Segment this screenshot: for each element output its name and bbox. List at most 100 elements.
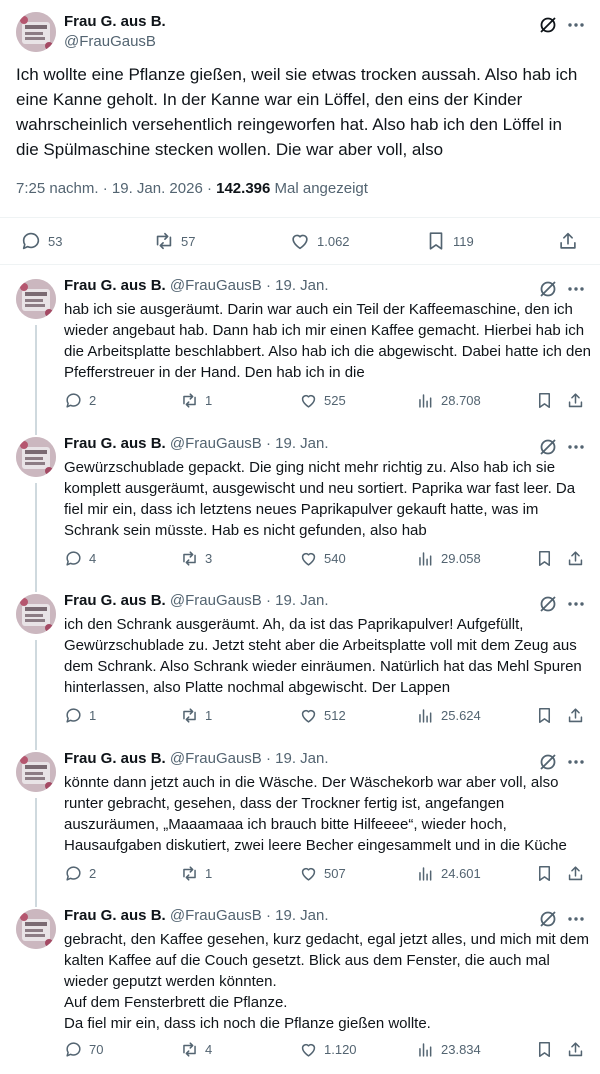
grok-icon[interactable] bbox=[536, 435, 560, 459]
avatar[interactable] bbox=[16, 909, 56, 949]
repost-button[interactable]: 1 bbox=[180, 391, 212, 410]
reply-button[interactable]: 1 bbox=[64, 706, 96, 725]
views-button[interactable]: 25.624 bbox=[416, 706, 481, 725]
reply-text: gebracht, den Kaffee gesehen, kurz gedac… bbox=[64, 931, 590, 1032]
reply-text: hab ich sie ausgeräumt. Darin war auch e… bbox=[64, 301, 592, 381]
grok-icon[interactable] bbox=[536, 277, 560, 301]
reply-count: 53 bbox=[48, 233, 63, 249]
share-button[interactable] bbox=[566, 1040, 585, 1059]
reply-button[interactable]: 2 bbox=[64, 864, 96, 883]
repost-button[interactable]: 1 bbox=[180, 706, 212, 725]
reply-tweet[interactable]: Frau G. aus B. @FrauGausB · 19. Jan. geb… bbox=[0, 895, 600, 1074]
reply-icon bbox=[66, 551, 81, 566]
heart-icon bbox=[301, 709, 316, 723]
reply-tweet[interactable]: Frau G. aus B. @FrauGausB · 19. Jan. ich… bbox=[0, 580, 600, 750]
grok-icon[interactable] bbox=[536, 592, 560, 616]
author-meta[interactable]: @FrauGausB · 19. Jan. bbox=[170, 277, 329, 294]
share-button[interactable] bbox=[566, 391, 585, 410]
like-button[interactable]: 540 bbox=[299, 549, 346, 568]
heart-icon bbox=[301, 394, 316, 408]
bookmark-button[interactable] bbox=[535, 706, 554, 725]
grok-icon[interactable] bbox=[536, 907, 560, 931]
analytics-icon bbox=[419, 1043, 432, 1057]
reply-count: 2 bbox=[89, 866, 97, 881]
like-button[interactable]: 507 bbox=[299, 864, 346, 883]
views-button[interactable]: 24.601 bbox=[416, 864, 481, 883]
repost-button[interactable]: 3 bbox=[180, 549, 212, 568]
bookmark-button[interactable] bbox=[535, 864, 554, 883]
more-options-icon[interactable] bbox=[564, 277, 588, 301]
repost-button[interactable]: 4 bbox=[180, 1040, 212, 1059]
more-options-icon[interactable] bbox=[564, 907, 588, 931]
more-options-icon[interactable] bbox=[564, 750, 588, 774]
grok-icon[interactable] bbox=[536, 750, 560, 774]
repost-button[interactable]: 1 bbox=[180, 864, 212, 883]
reply-count: 4 bbox=[89, 551, 97, 566]
bookmark-button[interactable] bbox=[535, 1040, 554, 1059]
author-meta[interactable]: @FrauGausB · 19. Jan. bbox=[170, 750, 329, 767]
analytics-icon bbox=[419, 867, 432, 881]
avatar-image bbox=[16, 752, 56, 792]
view-count: 142.396 bbox=[216, 180, 271, 197]
avatar[interactable] bbox=[16, 594, 56, 634]
tweet-timestamp[interactable]: 7:25 nachm. · 19. Jan. 2026 · bbox=[16, 180, 216, 197]
bookmark-button[interactable]: 119 bbox=[425, 230, 474, 252]
share-button[interactable] bbox=[566, 864, 585, 883]
like-button[interactable]: 1.120 bbox=[299, 1040, 357, 1059]
author-name[interactable]: Frau G. aus B. bbox=[64, 592, 166, 609]
like-button[interactable]: 525 bbox=[299, 391, 346, 410]
avatar[interactable] bbox=[16, 279, 56, 319]
avatar[interactable] bbox=[16, 437, 56, 477]
repost-icon bbox=[183, 1042, 196, 1057]
repost-count: 3 bbox=[205, 551, 213, 566]
like-button[interactable]: 1.062 bbox=[289, 230, 350, 252]
more-options-icon[interactable] bbox=[564, 435, 588, 459]
author-name[interactable]: Frau G. aus B. bbox=[64, 435, 166, 452]
more-options-icon[interactable] bbox=[564, 13, 588, 37]
bookmark-button[interactable] bbox=[535, 391, 554, 410]
analytics-icon bbox=[419, 394, 432, 408]
reply-text: Gewürzschublade gepackt. Die ging nicht … bbox=[64, 459, 576, 539]
share-button[interactable] bbox=[557, 230, 579, 252]
views-button[interactable]: 29.058 bbox=[416, 549, 481, 568]
reply-count: 2 bbox=[89, 393, 97, 408]
reply-tweet[interactable]: Frau G. aus B. @FrauGausB · 19. Jan. Gew… bbox=[0, 423, 600, 592]
grok-icon[interactable] bbox=[536, 13, 560, 37]
author-name[interactable]: Frau G. aus B. bbox=[64, 750, 166, 767]
author-name[interactable]: Frau G. aus B. bbox=[64, 12, 166, 32]
heart-icon bbox=[301, 552, 316, 566]
reply-tweet[interactable]: Frau G. aus B. @FrauGausB · 19. Jan. kön… bbox=[0, 738, 600, 907]
author-meta[interactable]: @FrauGausB · 19. Jan. bbox=[170, 592, 329, 609]
like-count: 1.062 bbox=[317, 233, 350, 249]
views-button[interactable]: 28.708 bbox=[416, 391, 481, 410]
more-options-icon[interactable] bbox=[564, 592, 588, 616]
like-button[interactable]: 512 bbox=[299, 706, 346, 725]
tweet-meta: 7:25 nachm. · 19. Jan. 2026 · 142.396 Ma… bbox=[16, 179, 368, 199]
reply-button[interactable]: 53 bbox=[20, 230, 62, 252]
repost-icon bbox=[183, 393, 196, 408]
reply-tweet[interactable]: Frau G. aus B. @FrauGausB · 19. Jan. hab… bbox=[0, 265, 600, 435]
author-handle[interactable]: @FrauGausB bbox=[64, 32, 166, 52]
views-button[interactable]: 23.834 bbox=[416, 1040, 481, 1059]
author-meta[interactable]: @FrauGausB · 19. Jan. bbox=[170, 907, 329, 924]
reply-icon bbox=[66, 866, 81, 881]
bookmark-button[interactable] bbox=[535, 549, 554, 568]
share-button[interactable] bbox=[566, 706, 585, 725]
author-name[interactable]: Frau G. aus B. bbox=[64, 907, 166, 924]
bookmark-icon bbox=[429, 232, 443, 250]
heart-icon bbox=[292, 234, 308, 250]
view-count: 29.058 bbox=[441, 551, 481, 566]
avatar[interactable] bbox=[16, 12, 56, 52]
reply-button[interactable]: 4 bbox=[64, 549, 96, 568]
reply-button[interactable]: 2 bbox=[64, 391, 96, 410]
author-meta[interactable]: @FrauGausB · 19. Jan. bbox=[170, 435, 329, 452]
repost-button[interactable]: 57 bbox=[153, 230, 195, 252]
bookmark-icon bbox=[538, 708, 551, 723]
share-button[interactable] bbox=[566, 549, 585, 568]
avatar-image bbox=[16, 437, 56, 477]
avatar[interactable] bbox=[16, 752, 56, 792]
reply-button[interactable]: 70 bbox=[64, 1040, 103, 1059]
author-name[interactable]: Frau G. aus B. bbox=[64, 277, 166, 294]
reply-icon bbox=[66, 1042, 81, 1057]
repost-count: 1 bbox=[205, 393, 213, 408]
